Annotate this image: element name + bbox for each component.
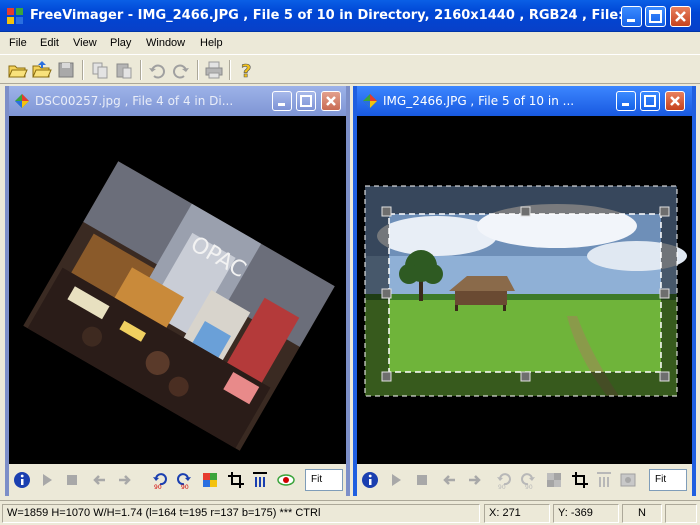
info-icon[interactable]	[361, 471, 379, 489]
info-icon[interactable]	[13, 471, 31, 489]
image-doc-icon	[15, 94, 29, 108]
status-empty-pane	[665, 504, 697, 523]
right-window-toolbar: 90 90 Fit	[357, 464, 692, 496]
right-image-window[interactable]: IMG_2466.JPG , File 5 of 10 in ... 90 90…	[353, 86, 696, 496]
undo-icon[interactable]	[146, 59, 168, 81]
menu-view[interactable]: View	[73, 37, 97, 49]
left-zoom-select[interactable]: Fit	[305, 469, 343, 491]
save-icon[interactable]	[55, 59, 77, 81]
svg-text:90: 90	[525, 484, 533, 489]
maximize-icon	[300, 95, 312, 107]
previous-arrow-icon[interactable]	[441, 471, 459, 489]
next-arrow-icon[interactable]	[115, 471, 133, 489]
color-adjust-icon[interactable]	[545, 471, 563, 489]
close-icon	[670, 96, 680, 106]
toolbar-separator	[229, 60, 231, 80]
left-close-button[interactable]	[321, 91, 341, 111]
minimize-icon	[627, 19, 635, 22]
toolbar-separator	[197, 60, 199, 80]
landscape-photo	[364, 185, 687, 397]
open-folder-icon[interactable]	[30, 59, 52, 81]
right-window-title: IMG_2466.JPG , File 5 of 10 in ...	[383, 94, 575, 108]
left-image-canvas[interactable]: OPAC	[9, 116, 346, 464]
image-doc-icon	[363, 94, 377, 108]
close-icon	[675, 11, 686, 22]
left-window-title-bar[interactable]: DSC00257.jpg , File 4 of 4 in Di...	[9, 86, 346, 116]
minimize-icon	[622, 103, 629, 106]
maximize-icon	[649, 10, 662, 23]
left-image-window[interactable]: DSC00257.jpg , File 4 of 4 in Di... OPAC	[5, 86, 350, 496]
svg-text:90: 90	[498, 484, 506, 489]
right-close-button[interactable]	[665, 91, 685, 111]
red-eye-icon[interactable]	[277, 471, 295, 489]
stop-icon[interactable]	[413, 471, 431, 489]
resize-icon[interactable]	[251, 471, 269, 489]
close-icon	[326, 96, 336, 106]
print-icon[interactable]	[203, 59, 225, 81]
maximize-icon	[644, 95, 656, 107]
red-eye-icon[interactable]	[619, 471, 637, 489]
next-arrow-icon[interactable]	[465, 471, 483, 489]
right-zoom-select[interactable]: Fit	[649, 469, 687, 491]
svg-text:?: ?	[241, 61, 251, 81]
rotated-city-photo: OPAC	[23, 161, 335, 451]
app-logo-icon	[7, 8, 23, 24]
close-button[interactable]	[670, 6, 691, 27]
status-bar: W=1859 H=1070 W/H=1.74 (l=164 t=195 r=13…	[0, 500, 700, 525]
status-mode-indicator: N	[622, 504, 662, 523]
right-window-title-bar[interactable]: IMG_2466.JPG , File 5 of 10 in ...	[357, 86, 692, 116]
menu-window[interactable]: Window	[146, 37, 185, 49]
menu-edit[interactable]: Edit	[40, 37, 59, 49]
rotate-ccw-90-icon[interactable]: 90	[495, 471, 513, 489]
paste-icon[interactable]	[113, 59, 135, 81]
previous-arrow-icon[interactable]	[91, 471, 109, 489]
rotate-cw-90-icon[interactable]: 90	[519, 471, 537, 489]
open-icon[interactable]	[6, 59, 28, 81]
left-maximize-button[interactable]	[296, 91, 316, 111]
play-icon[interactable]	[38, 471, 56, 489]
status-y-coordinate: Y: -369	[553, 504, 619, 523]
main-toolbar: ?	[0, 54, 700, 84]
right-minimize-button[interactable]	[616, 91, 636, 111]
maximize-button[interactable]	[645, 6, 666, 27]
left-minimize-button[interactable]	[272, 91, 292, 111]
help-icon[interactable]: ?	[235, 59, 257, 81]
crop-icon[interactable]	[227, 471, 245, 489]
status-image-info: W=1859 H=1070 W/H=1.74 (l=164 t=195 r=13…	[2, 504, 480, 523]
status-x-coordinate: X: 271	[484, 504, 550, 523]
stop-icon[interactable]	[63, 471, 81, 489]
toolbar-separator	[82, 60, 84, 80]
play-icon[interactable]	[387, 471, 405, 489]
menu-file[interactable]: File	[9, 37, 27, 49]
minimize-button[interactable]	[621, 6, 642, 27]
left-window-title: DSC00257.jpg , File 4 of 4 in Di...	[35, 94, 234, 108]
main-title-bar[interactable]: FreeVimager - IMG_2466.JPG , File 5 of 1…	[0, 0, 700, 32]
rotate-cw-90-icon[interactable]: 90	[175, 471, 193, 489]
window-title: FreeVimager - IMG_2466.JPG , File 5 of 1…	[30, 8, 643, 23]
toolbar-separator	[140, 60, 142, 80]
copy-icon[interactable]	[89, 59, 111, 81]
right-image-canvas[interactable]	[357, 116, 692, 464]
color-adjust-icon[interactable]	[201, 471, 219, 489]
minimize-icon	[278, 103, 285, 106]
crop-icon[interactable]	[571, 471, 589, 489]
right-maximize-button[interactable]	[640, 91, 660, 111]
resize-icon[interactable]	[595, 471, 613, 489]
rotate-ccw-90-icon[interactable]: 90	[151, 471, 169, 489]
svg-text:90: 90	[154, 484, 162, 489]
svg-text:90: 90	[181, 484, 189, 489]
left-window-toolbar: 90 90 Fit	[9, 464, 346, 496]
menu-play[interactable]: Play	[110, 37, 131, 49]
redo-icon[interactable]	[170, 59, 192, 81]
menu-help[interactable]: Help	[200, 37, 223, 49]
menu-bar: File Edit View Play Window Help	[0, 32, 700, 54]
